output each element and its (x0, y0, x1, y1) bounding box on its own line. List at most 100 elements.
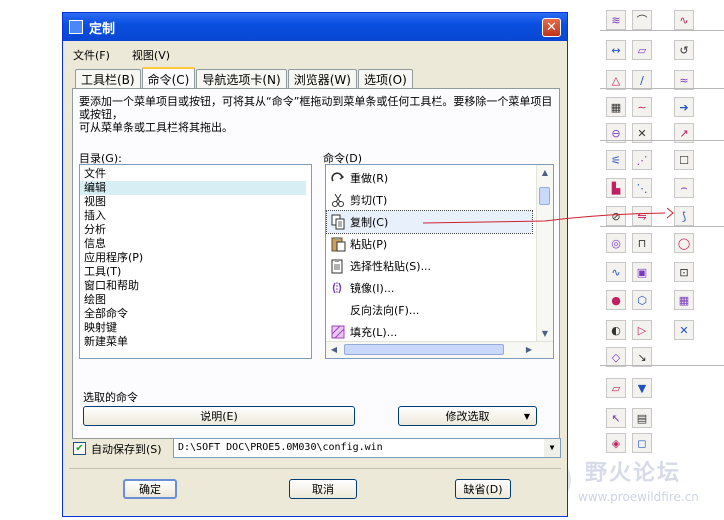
category-item[interactable]: 视图 (80, 195, 311, 209)
category-item[interactable]: 映射键 (80, 321, 311, 335)
toolbar-tool-button[interactable]: ◎ (606, 233, 626, 253)
menu-file[interactable]: 文件(F) (69, 45, 114, 65)
toolbar-tool-button[interactable]: ⚟ (606, 150, 626, 170)
toolbar-tool-button[interactable]: ⋰ (632, 150, 652, 170)
toolbar-tool-button[interactable]: ⇋ (632, 206, 652, 226)
category-item[interactable]: 文件 (80, 167, 311, 181)
command-item[interactable]: 反向法向(F)... (327, 299, 532, 321)
toolbar-tool-button[interactable]: ☐ (674, 150, 694, 170)
toolbar-tool-button[interactable]: ∕ (632, 70, 652, 90)
hscroll-thumb[interactable] (344, 344, 504, 355)
scroll-down-arrow[interactable]: ▼ (538, 327, 552, 341)
toolbar-tool-button[interactable]: ✕ (674, 320, 694, 340)
command-label: 镜像(I)... (350, 282, 395, 295)
tab-navigator[interactable]: 导航选项卡(N) (196, 69, 287, 89)
toolbar-tool-button[interactable]: ∼ (632, 97, 652, 117)
tab-toolbars[interactable]: 工具栏(B) (75, 69, 141, 89)
toolbar-tool-button[interactable]: ◈ (606, 433, 626, 453)
toolbar-tool-button[interactable]: ● (606, 290, 626, 310)
toolbar-tool-button[interactable]: ◻ (632, 433, 652, 453)
scroll-thumb[interactable] (539, 187, 550, 205)
command-item[interactable]: 填充(L)... (327, 321, 532, 343)
cancel-button[interactable]: 取消 (289, 479, 357, 499)
toolbar-tool-button[interactable]: ▣ (632, 262, 652, 282)
menu-view[interactable]: 视图(V) (128, 45, 174, 65)
selected-commands-label: 选取的命令 (83, 391, 138, 404)
toolbar-tool-button[interactable]: ∿ (674, 10, 694, 30)
toolbar-tool-button[interactable]: ▤ (632, 408, 652, 428)
tab-commands[interactable]: 命令(C) (141, 67, 196, 90)
toolbar-tool-button[interactable]: △ (606, 70, 626, 90)
category-item[interactable]: 窗口和帮助 (80, 279, 311, 293)
command-item[interactable]: 复制(C) (326, 210, 533, 234)
category-item[interactable]: 应用程序(P) (80, 251, 311, 265)
category-item[interactable]: 全部命令 (80, 307, 311, 321)
toolbar-tool-button[interactable]: ⌒ (632, 10, 652, 30)
dialog-titlebar[interactable]: 定制 (63, 13, 567, 41)
default-button-label: 缺省(D) (463, 483, 503, 496)
toolbar-tool-button[interactable]: ↘ (632, 347, 652, 367)
commands-vscrollbar[interactable]: ▲ ▼ (536, 165, 553, 342)
paste-icon (329, 235, 347, 253)
commands-list[interactable]: 重做(R) 剪切(T) 复制(C) 粘贴(P) 选择性粘贴(S)... 镜像(I)... 反… (325, 164, 554, 359)
tab-options[interactable]: 选项(O) (357, 69, 413, 89)
category-item[interactable]: 新建菜单 (80, 335, 311, 349)
tab-browser[interactable]: 浏览器(W) (287, 69, 357, 89)
toolbar-tool-button[interactable]: ⊡ (674, 262, 694, 282)
toolbar-tool-button[interactable]: ▱ (606, 378, 626, 398)
toolbar-tool-button[interactable]: ⊓ (632, 233, 652, 253)
default-button[interactable]: 缺省(D) (455, 479, 511, 499)
toolbar-tool-button[interactable]: ↺ (674, 40, 694, 60)
command-item[interactable]: 镜像(I)... (327, 277, 532, 299)
toolbar-tool-button[interactable]: ▦ (606, 97, 626, 117)
watermark-title: 野火论坛 (585, 461, 682, 486)
toolbar-tool-button[interactable]: ➔ (674, 97, 694, 117)
close-button[interactable]: ✕ (542, 18, 561, 37)
scroll-up-arrow[interactable]: ▲ (538, 166, 552, 180)
combo-dropdown-icon[interactable]: ▼ (544, 439, 560, 457)
scroll-right-arrow[interactable]: ▶ (522, 343, 536, 357)
ok-button[interactable]: 确定 (123, 479, 177, 499)
toolbar-tool-button[interactable]: ≋ (606, 10, 626, 30)
toolbar-tool-button[interactable]: ↔ (606, 40, 626, 60)
toolbar-separator (600, 365, 724, 366)
modify-selection-label: 修改选取 (445, 410, 490, 423)
command-item[interactable]: 剪切(T) (327, 189, 532, 211)
category-item[interactable]: 编辑 (80, 181, 306, 195)
toolbar-tool-button[interactable]: ⋱ (632, 178, 652, 198)
toolbar-tool-button[interactable]: ⟆ (674, 206, 694, 226)
toolbar-tool-button[interactable]: ▙ (606, 178, 626, 198)
toolbar-tool-button[interactable]: ▦ (674, 290, 694, 310)
toolbar-tool-button[interactable]: ⊘ (606, 206, 626, 226)
autosave-path-combo[interactable]: D:\SOFT DOC\PROE5.0M030\config.win ▼ (173, 438, 561, 458)
category-item[interactable]: 绘图 (80, 293, 311, 307)
commands-hscrollbar[interactable]: ◀ ▶ (326, 341, 553, 358)
customize-dialog: 定制 ✕ 文件(F) 视图(V) 工具栏(B) 命令(C) 导航选项卡(N) 浏… (62, 12, 568, 517)
toolbar-tool-button[interactable]: ↖ (606, 408, 626, 428)
toolbar-tool-button[interactable]: ▼ (632, 378, 652, 398)
category-item[interactable]: 分析 (80, 223, 311, 237)
command-item[interactable]: 重做(R) (327, 167, 532, 189)
toolbar-tool-button[interactable]: ∿ (606, 262, 626, 282)
toolbar-tool-button[interactable]: ⬡ (632, 290, 652, 310)
toolbar-tool-button[interactable]: ◐ (606, 320, 626, 340)
toolbar-tool-button[interactable]: ⌢ (674, 178, 694, 198)
explain-button-label: 说明(E) (200, 410, 238, 423)
command-item[interactable]: 粘贴(P) (327, 233, 532, 255)
toolbar-tool-button[interactable]: ▷ (632, 320, 652, 340)
watermark-url: www.proewildfire.cn (578, 490, 699, 504)
explain-button[interactable]: 说明(E) (83, 406, 355, 426)
toolbar-tool-button[interactable]: ◯ (674, 233, 694, 253)
autosave-checkbox[interactable]: ✔ (73, 442, 86, 455)
toolbar-tool-button[interactable]: ◇ (606, 347, 626, 367)
category-item[interactable]: 插入 (80, 209, 311, 223)
category-item[interactable]: 信息 (80, 237, 311, 251)
modify-selection-button[interactable]: 修改选取 ▼ (398, 406, 537, 426)
toolbar-tool-button[interactable]: ▱ (632, 40, 652, 60)
command-item[interactable]: 选择性粘贴(S)... (327, 255, 532, 277)
instructions-line: 要添加一个菜单项目或按钮，可将其从“命令”框拖动到菜单条或任何工具栏。要移除一个… (79, 95, 553, 121)
scroll-left-arrow[interactable]: ◀ (327, 343, 341, 357)
categories-list[interactable]: 文件 编辑 视图 插入 分析 信息 应用程序(P) 工具(T) 窗口和帮助 绘图 全部命令 映射键 新建… (79, 164, 312, 359)
toolbar-tool-button[interactable]: ≈ (674, 70, 694, 90)
category-item[interactable]: 工具(T) (80, 265, 311, 279)
